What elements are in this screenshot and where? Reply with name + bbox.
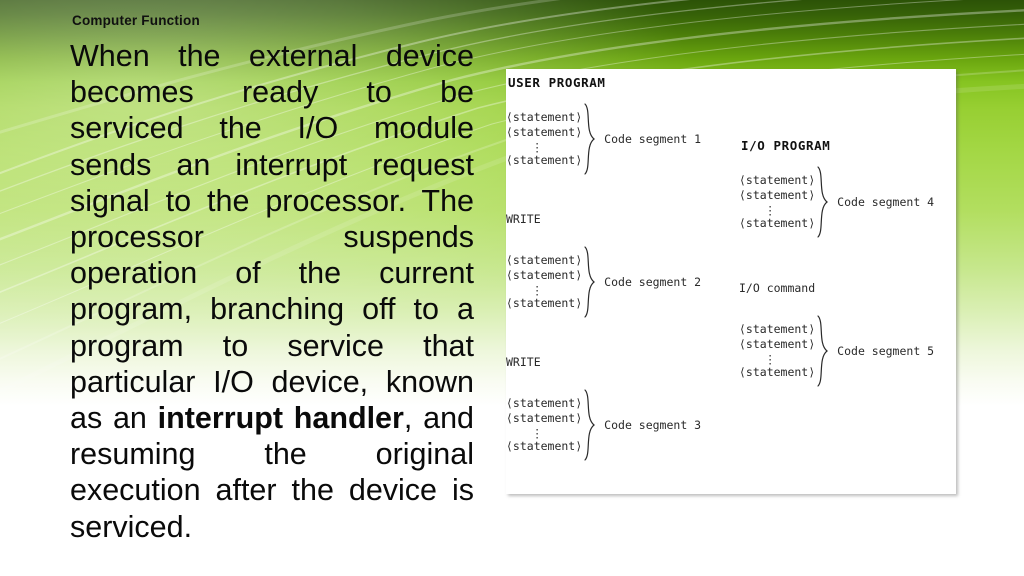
statement-line: ⟨statement⟩: [506, 438, 583, 453]
ellipsis-dots: ⋮: [764, 202, 776, 217]
code-segment-block: ⟨statement⟩ ⟨statement⟩ ⋮ ⟨statement⟩ Co…: [506, 388, 701, 462]
statement-line: ⟨statement⟩: [739, 364, 816, 379]
emphasised-term: interrupt handler: [157, 401, 404, 436]
page-title: Computer Function: [72, 13, 200, 28]
io-program-heading: I/O PROGRAM: [741, 138, 831, 153]
curly-brace-icon: [816, 165, 829, 239]
ellipsis-dots: ⋮: [764, 351, 776, 366]
statement-line: ⟨statement⟩: [506, 411, 583, 426]
statement-line: ⟨statement⟩: [739, 321, 816, 336]
segment-caption: Code segment 5: [837, 344, 935, 358]
ellipsis-dots: ⋮: [531, 425, 543, 440]
curly-brace-icon: [583, 245, 596, 319]
body-text-run: When the external device becomes ready t…: [70, 39, 474, 436]
user-program-heading: USER PROGRAM: [508, 75, 606, 90]
write-statement: WRITE: [506, 212, 541, 226]
slide: Computer Function When the external devi…: [0, 0, 1024, 576]
statement-list: ⟨statement⟩ ⟨statement⟩ ⋮ ⟨statement⟩: [506, 253, 582, 312]
program-flow-diagram: USER PROGRAM ⟨statement⟩ ⟨statement⟩ ⋮ ⟨…: [506, 69, 956, 494]
body-paragraph: When the external device becomes ready t…: [70, 38, 474, 576]
statement-line: ⟨statement⟩: [739, 215, 816, 230]
statement-list: ⟨statement⟩ ⟨statement⟩ ⋮ ⟨statement⟩: [739, 322, 815, 381]
segment-caption: Code segment 2: [604, 275, 702, 289]
statement-line: ⟨statement⟩: [506, 295, 583, 310]
code-segment-block: ⟨statement⟩ ⟨statement⟩ ⋮ ⟨statement⟩ Co…: [506, 245, 701, 319]
statement-list: ⟨statement⟩ ⟨statement⟩ ⋮ ⟨statement⟩: [739, 173, 815, 232]
statement-line: ⟨statement⟩: [739, 337, 816, 352]
ellipsis-dots: ⋮: [531, 139, 543, 154]
statement-line: ⟨statement⟩: [506, 152, 583, 167]
statement-list: ⟨statement⟩ ⟨statement⟩ ⋮ ⟨statement⟩: [506, 396, 582, 455]
statement-line: ⟨statement⟩: [506, 125, 583, 140]
segment-caption: Code segment 1: [604, 132, 702, 146]
write-statement: WRITE: [506, 355, 541, 369]
curly-brace-icon: [583, 102, 596, 176]
statement-line: ⟨statement⟩: [739, 172, 816, 187]
segment-caption: Code segment 3: [604, 418, 702, 432]
code-segment-block: ⟨statement⟩ ⟨statement⟩ ⋮ ⟨statement⟩ Co…: [506, 102, 701, 176]
curly-brace-icon: [816, 314, 829, 388]
code-segment-block: ⟨statement⟩ ⟨statement⟩ ⋮ ⟨statement⟩ Co…: [739, 314, 934, 388]
statement-line: ⟨statement⟩: [506, 109, 583, 124]
statement-line: ⟨statement⟩: [506, 268, 583, 283]
statement-line: ⟨statement⟩: [506, 252, 583, 267]
statement-list: ⟨statement⟩ ⟨statement⟩ ⋮ ⟨statement⟩: [506, 110, 582, 169]
statement-line: ⟨statement⟩: [506, 395, 583, 410]
io-command-statement: I/O command: [739, 281, 816, 295]
ellipsis-dots: ⋮: [531, 282, 543, 297]
curly-brace-icon: [583, 388, 596, 462]
code-segment-block: ⟨statement⟩ ⟨statement⟩ ⋮ ⟨statement⟩ Co…: [739, 165, 934, 239]
segment-caption: Code segment 4: [837, 195, 935, 209]
statement-line: ⟨statement⟩: [739, 188, 816, 203]
